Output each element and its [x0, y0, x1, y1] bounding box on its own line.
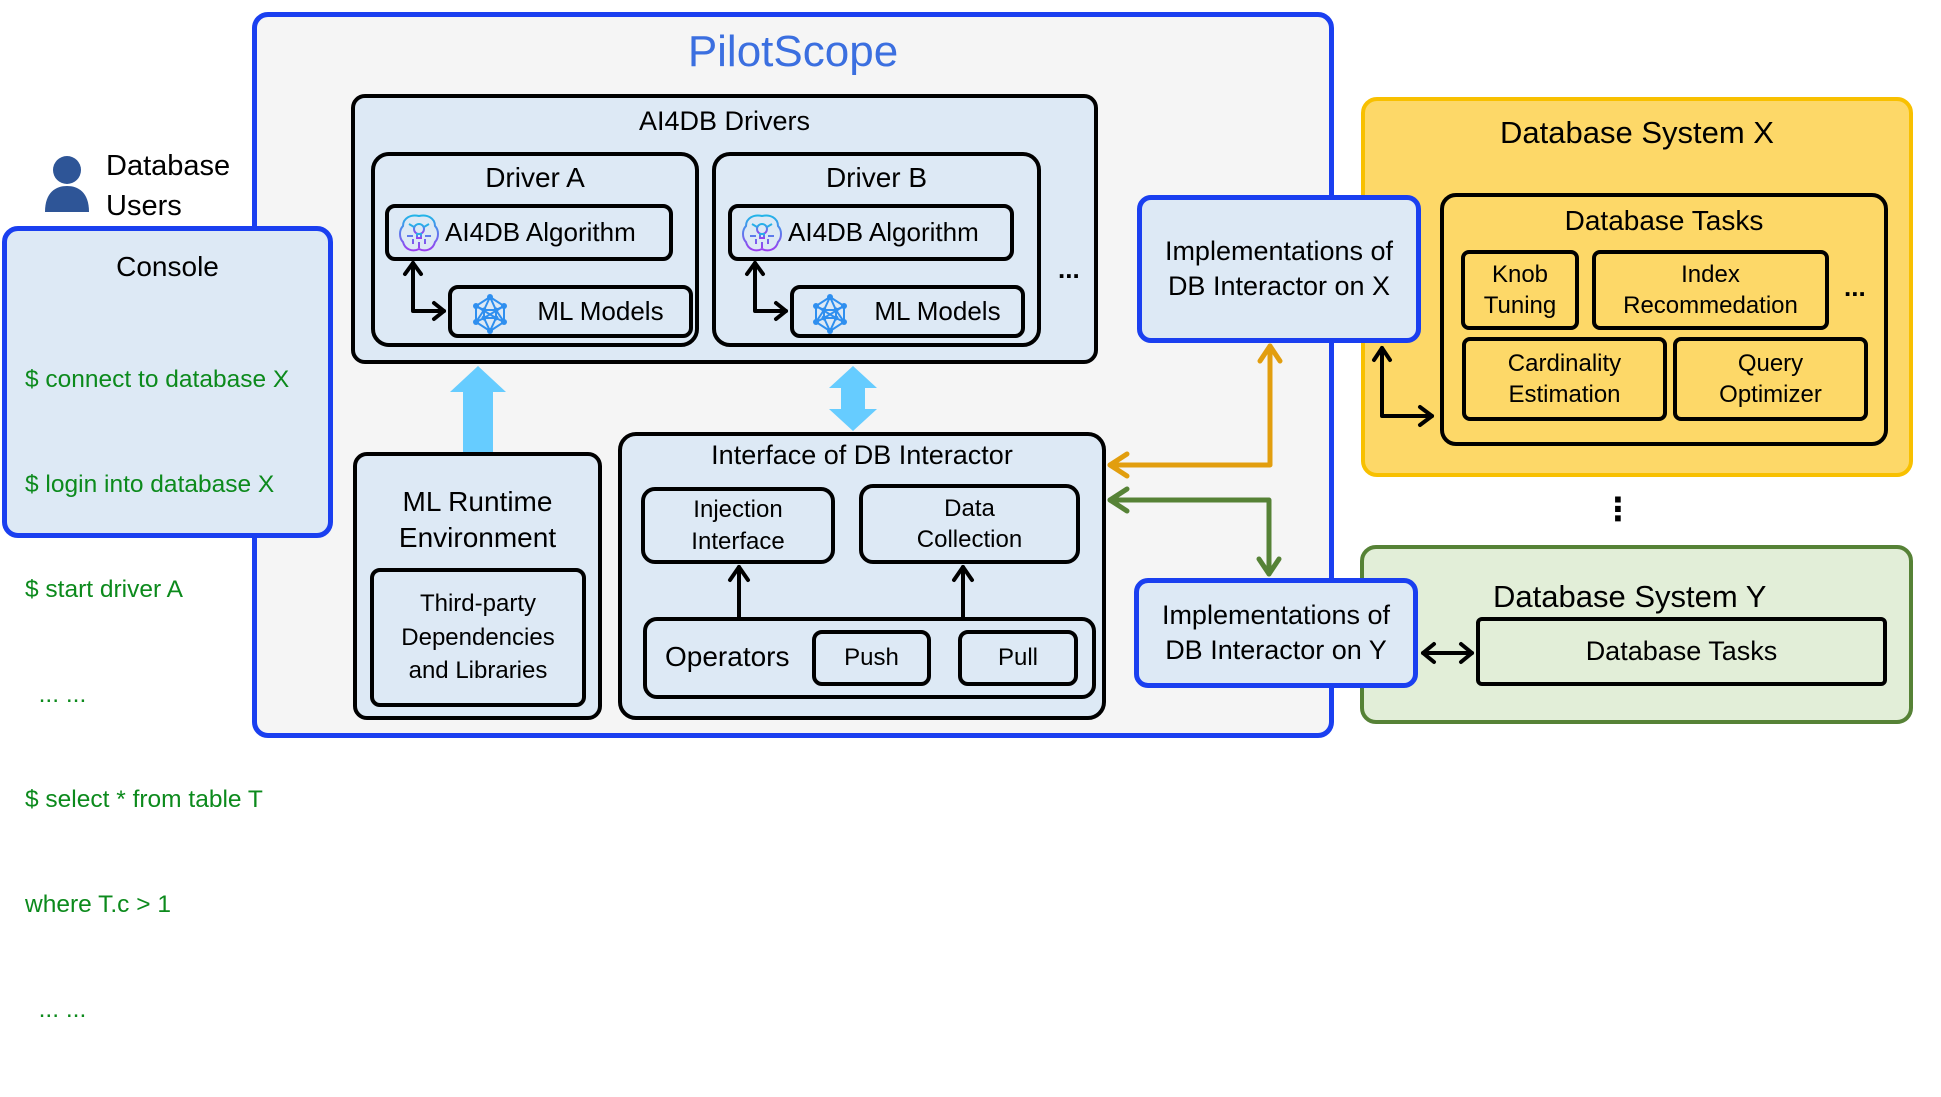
pull-operator-button[interactable]: Pull — [958, 630, 1078, 686]
ml-runtime-title-line2: Environment — [398, 522, 557, 554]
database-system-y-title: Database System Y — [1493, 579, 1767, 614]
driver-a-ml-models-label: ML Models — [537, 296, 664, 326]
driver-b-algorithm-label: AI4DB Algorithm — [788, 217, 979, 247]
task-query-line2: Optimizer — [1719, 381, 1822, 408]
console-panel: Console $ connect to database X $ login … — [2, 226, 333, 1023]
task-index-line2: Recommedation — [1623, 292, 1798, 319]
database-tasks-y-label: Database Tasks — [1585, 636, 1778, 666]
task-cardinality-line2: Estimation — [1508, 381, 1621, 408]
users-label-line1: Database — [106, 150, 231, 182]
driver-b-ml-models[interactable]: ML Models — [790, 285, 1025, 338]
tasks-more-ellipsis: ... — [1844, 272, 1866, 302]
driver-b-ml-models-label: ML Models — [874, 296, 1001, 326]
data-collection-box[interactable]: Data Collection — [859, 484, 1080, 564]
driver-a-ml-models[interactable]: ML Models — [448, 285, 693, 338]
console-line: $ login into database X — [25, 471, 275, 498]
operators-label: Operators — [665, 641, 790, 672]
console-line: $ select * from table T — [25, 786, 263, 813]
collection-line2: Collection — [916, 526, 1023, 553]
third-party-deps-box: Third-party Dependencies and Libraries — [370, 568, 586, 707]
task-knob-line1: Knob — [1491, 260, 1549, 288]
injection-line2: Interface — [691, 527, 785, 555]
console-line: $ connect to database X — [25, 366, 290, 393]
impl-x-line2: DB Interactor on X — [1167, 271, 1391, 301]
database-tasks-y-box[interactable]: Database Tasks — [1476, 617, 1887, 686]
database-tasks-x-title: Database Tasks — [1564, 205, 1764, 236]
task-index-line1: Index — [1681, 260, 1740, 288]
console-line: ... ... — [25, 996, 87, 1023]
task-index-recommendation[interactable]: Index Recommedation — [1592, 250, 1829, 330]
ai-brain-icon — [399, 214, 439, 251]
console-line: $ start driver A — [25, 576, 183, 603]
task-knob-tuning[interactable]: Knob Tuning — [1461, 250, 1579, 330]
task-query-line1: Query — [1737, 349, 1804, 377]
ai-brain-icon — [742, 214, 782, 251]
console-line: ... ... — [25, 681, 87, 708]
users-label-line2: Users — [106, 190, 182, 222]
deps-line2: Dependencies — [401, 623, 555, 651]
driver-a-algorithm[interactable]: AI4DB Algorithm — [385, 204, 673, 261]
push-operator-button[interactable]: Push — [812, 630, 931, 686]
impl-x-line1: Implementations of — [1164, 235, 1394, 266]
impl-db-interactor-y[interactable]: Implementations of DB Interactor on Y — [1134, 578, 1418, 688]
console-title: Console — [116, 251, 219, 282]
collection-line1: Data — [944, 494, 995, 522]
user-icon — [45, 156, 89, 212]
push-label: Push — [844, 644, 899, 671]
drivers-more-ellipsis: ... — [1058, 254, 1080, 284]
ml-runtime-title-line1: ML Runtime — [402, 486, 553, 517]
injection-line1: Injection — [693, 496, 783, 524]
driver-a-algorithm-label: AI4DB Algorithm — [445, 217, 636, 247]
ml-runtime-title: ML Runtime Environment — [357, 484, 598, 557]
neural-network-icon — [473, 294, 507, 334]
console-line: where T.c > 1 — [25, 891, 171, 918]
ai4db-drivers-title: AI4DB Drivers — [638, 106, 811, 136]
db-interactor-interface-title: Interface of DB Interactor — [711, 440, 1013, 470]
console-lines: $ connect to database X $ login into dat… — [25, 292, 289, 1097]
driver-b-title: Driver B — [825, 162, 928, 193]
pull-label: Pull — [997, 644, 1039, 671]
driver-b-algorithm[interactable]: AI4DB Algorithm — [728, 204, 1014, 261]
database-users: Database Users — [40, 150, 250, 222]
database-system-x-title: Database System X — [1500, 115, 1774, 150]
more-systems-vertical-ellipsis: ⋮ — [1602, 491, 1634, 527]
deps-line3: and Libraries — [408, 657, 548, 685]
pilotscope-title: PilotScope — [687, 27, 899, 76]
task-query-optimizer[interactable]: Query Optimizer — [1673, 337, 1868, 421]
task-cardinality-line1: Cardinality — [1507, 349, 1622, 377]
driver-a-title: Driver A — [485, 162, 585, 193]
task-cardinality-estimation[interactable]: Cardinality Estimation — [1462, 337, 1667, 421]
task-knob-line2: Tuning — [1483, 292, 1557, 319]
neural-network-icon — [813, 294, 847, 334]
deps-line1: Third-party — [419, 590, 536, 618]
impl-y-line1: Implementations of — [1161, 599, 1391, 630]
injection-interface-box[interactable]: Injection Interface — [641, 487, 835, 564]
impl-db-interactor-x[interactable]: Implementations of DB Interactor on X — [1137, 195, 1421, 343]
impl-y-line2: DB Interactor on Y — [1165, 635, 1387, 665]
